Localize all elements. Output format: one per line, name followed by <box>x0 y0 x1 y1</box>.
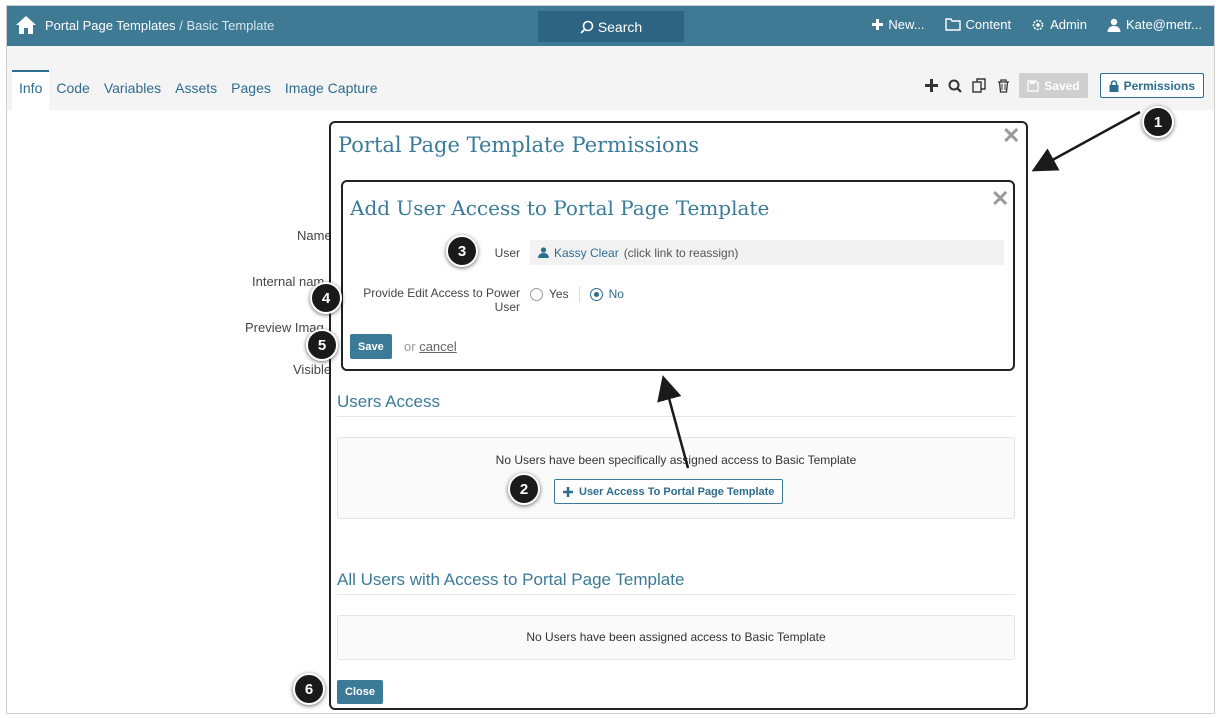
search-icon <box>580 20 594 34</box>
permissions-modal-title: Portal Page Template Permissions <box>338 133 699 157</box>
callout-5: 5 <box>306 329 338 361</box>
toolbar: Saved Permissions <box>923 73 1204 98</box>
admin-label: Admin <box>1050 17 1087 32</box>
users-access-panel: No Users have been specifically assigned… <box>337 437 1015 519</box>
all-users-empty-text: No Users have been assigned access to Ba… <box>526 630 826 644</box>
or-text: or <box>404 339 416 354</box>
or-cancel: or cancel <box>404 339 457 354</box>
tab-variables[interactable]: Variables <box>97 70 168 110</box>
add-user-close-icon[interactable]: ✕ <box>991 188 1009 210</box>
tab-assets[interactable]: Assets <box>168 70 224 110</box>
copy-icon[interactable] <box>971 78 987 94</box>
tab-image-capture[interactable]: Image Capture <box>278 70 385 110</box>
floppy-icon <box>1027 79 1039 92</box>
close-button[interactable]: Close <box>337 680 383 704</box>
lock-icon <box>1109 79 1119 92</box>
divider <box>337 594 1015 595</box>
add-user-access-button[interactable]: User Access To Portal Page Template <box>554 479 784 504</box>
add-user-modal: Add User Access to Portal Page Template … <box>341 180 1015 371</box>
cancel-link[interactable]: cancel <box>419 339 457 354</box>
radio-yes-label[interactable]: Yes <box>549 287 569 301</box>
sub-navbar: Info Code Variables Assets Pages Image C… <box>7 46 1214 110</box>
saved-label: Saved <box>1044 78 1080 93</box>
breadcrumb: Portal Page Templates / Basic Template <box>45 18 274 33</box>
radio-divider <box>578 286 580 302</box>
permissions-close-icon[interactable]: ✕ <box>1002 125 1020 147</box>
user-hint: (click link to reassign) <box>623 245 739 260</box>
permissions-button[interactable]: Permissions <box>1099 73 1204 98</box>
new-label: New... <box>888 17 925 32</box>
search-icon[interactable] <box>947 78 963 94</box>
folder-icon <box>944 18 961 31</box>
user-menu[interactable]: Kate@metr... <box>1107 17 1202 32</box>
top-right-menu: New... Content Admin Kate@metr... <box>872 17 1202 32</box>
user-field: Kassy Clear (click link to reassign) <box>530 240 1004 265</box>
user-link[interactable]: Kassy Clear <box>554 246 619 260</box>
callout-6: 6 <box>293 673 325 705</box>
visible-label: Visible <box>293 362 332 377</box>
edit-access-radio-group: Yes No <box>530 286 624 302</box>
user-label: Kate@metr... <box>1125 17 1202 32</box>
admin-menu[interactable]: Admin <box>1031 17 1087 32</box>
callout-3: 3 <box>446 235 478 267</box>
plus-icon <box>563 486 573 497</box>
gear-icon <box>1032 19 1044 30</box>
saved-button[interactable]: Saved <box>1019 73 1088 98</box>
radio-no-label[interactable]: No <box>609 287 624 301</box>
breadcrumb-root[interactable]: Portal Page Templates <box>45 18 176 33</box>
permissions-label: Permissions <box>1123 78 1195 93</box>
breadcrumb-separator: / <box>179 18 183 33</box>
tab-code[interactable]: Code <box>49 70 96 110</box>
callout-2: 2 <box>508 473 540 505</box>
callout-1: 1 <box>1142 106 1174 138</box>
tab-info[interactable]: Info <box>12 70 50 110</box>
divider <box>337 416 1015 417</box>
top-navbar: Portal Page Templates / Basic Template S… <box>7 6 1214 46</box>
new-menu[interactable]: New... <box>872 17 925 32</box>
save-button[interactable]: Save <box>350 334 392 359</box>
users-access-heading: Users Access <box>337 392 440 411</box>
name-label: Name <box>297 228 332 243</box>
home-icon[interactable] <box>15 15 37 35</box>
tab-bar: Info Code Variables Assets Pages Image C… <box>12 70 384 110</box>
edit-access-label: Provide Edit Access to Power User <box>363 286 520 314</box>
users-access-empty-text: No Users have been specifically assigned… <box>495 453 857 467</box>
add-user-access-label: User Access To Portal Page Template <box>579 485 775 498</box>
search-label: Search <box>597 18 643 35</box>
all-users-heading: All Users with Access to Portal Page Tem… <box>337 570 685 589</box>
user-icon <box>1107 18 1121 32</box>
radio-no[interactable] <box>589 287 603 301</box>
add-icon[interactable] <box>923 78 939 94</box>
add-user-modal-title: Add User Access to Portal Page Template <box>350 196 770 220</box>
content-menu[interactable]: Content <box>944 17 1012 32</box>
plus-icon <box>872 19 884 30</box>
search-button[interactable]: Search <box>538 11 684 42</box>
content-label: Content <box>965 17 1012 32</box>
user-icon <box>538 247 549 258</box>
tab-pages[interactable]: Pages <box>224 70 278 110</box>
app-window: Portal Page Templates / Basic Template S… <box>6 5 1215 714</box>
radio-yes[interactable] <box>530 287 543 301</box>
callout-4: 4 <box>310 282 342 314</box>
all-users-panel: No Users have been assigned access to Ba… <box>337 615 1015 660</box>
permissions-modal: Portal Page Template Permissions ✕ Add U… <box>329 121 1028 710</box>
breadcrumb-current: Basic Template <box>186 18 275 33</box>
trash-icon[interactable] <box>995 78 1011 94</box>
